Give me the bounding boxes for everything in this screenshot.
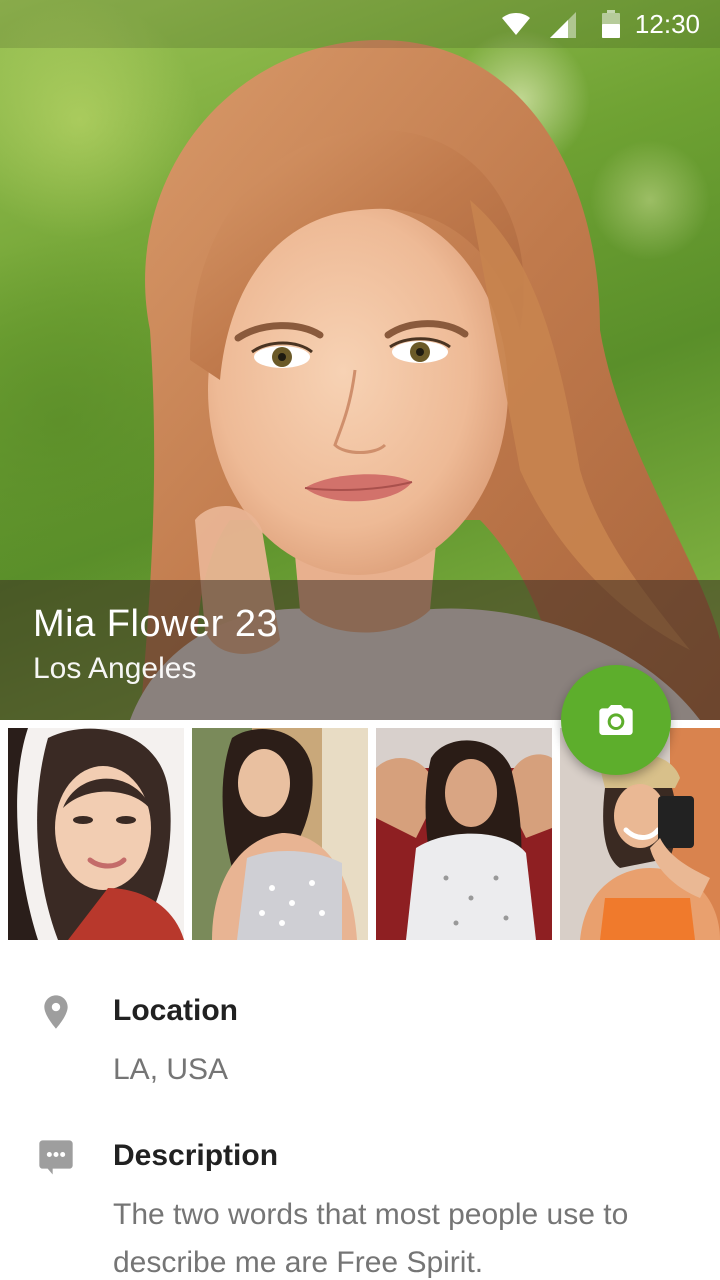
location-section: Location LA, USA: [0, 990, 720, 1100]
comment-icon: [39, 1140, 73, 1175]
status-bar: 12:30: [0, 0, 720, 48]
gallery-photo[interactable]: [8, 728, 184, 940]
profile-screen: 12:30 Mia Flower 23 Los Angeles Location…: [0, 0, 720, 1280]
status-time: 12:30: [634, 9, 700, 39]
location-label: Location: [113, 994, 238, 1027]
gallery-photo[interactable]: [376, 728, 552, 940]
wifi-icon: [502, 13, 530, 35]
description-label: Description: [113, 1139, 279, 1172]
cell-signal-icon: [550, 12, 576, 38]
location-pin-icon: [44, 995, 68, 1029]
profile-city: Los Angeles: [33, 652, 197, 685]
profile-name-age: Mia Flower 23: [33, 603, 279, 645]
camera-icon: [599, 705, 633, 735]
description-value: The two words that most people use to de…: [113, 1198, 629, 1279]
gallery-photo[interactable]: [192, 728, 368, 940]
description-section: Description The two words that most peop…: [0, 1135, 720, 1280]
battery-icon: [602, 10, 620, 38]
camera-button[interactable]: [561, 665, 671, 775]
location-value: LA, USA: [113, 1053, 229, 1086]
